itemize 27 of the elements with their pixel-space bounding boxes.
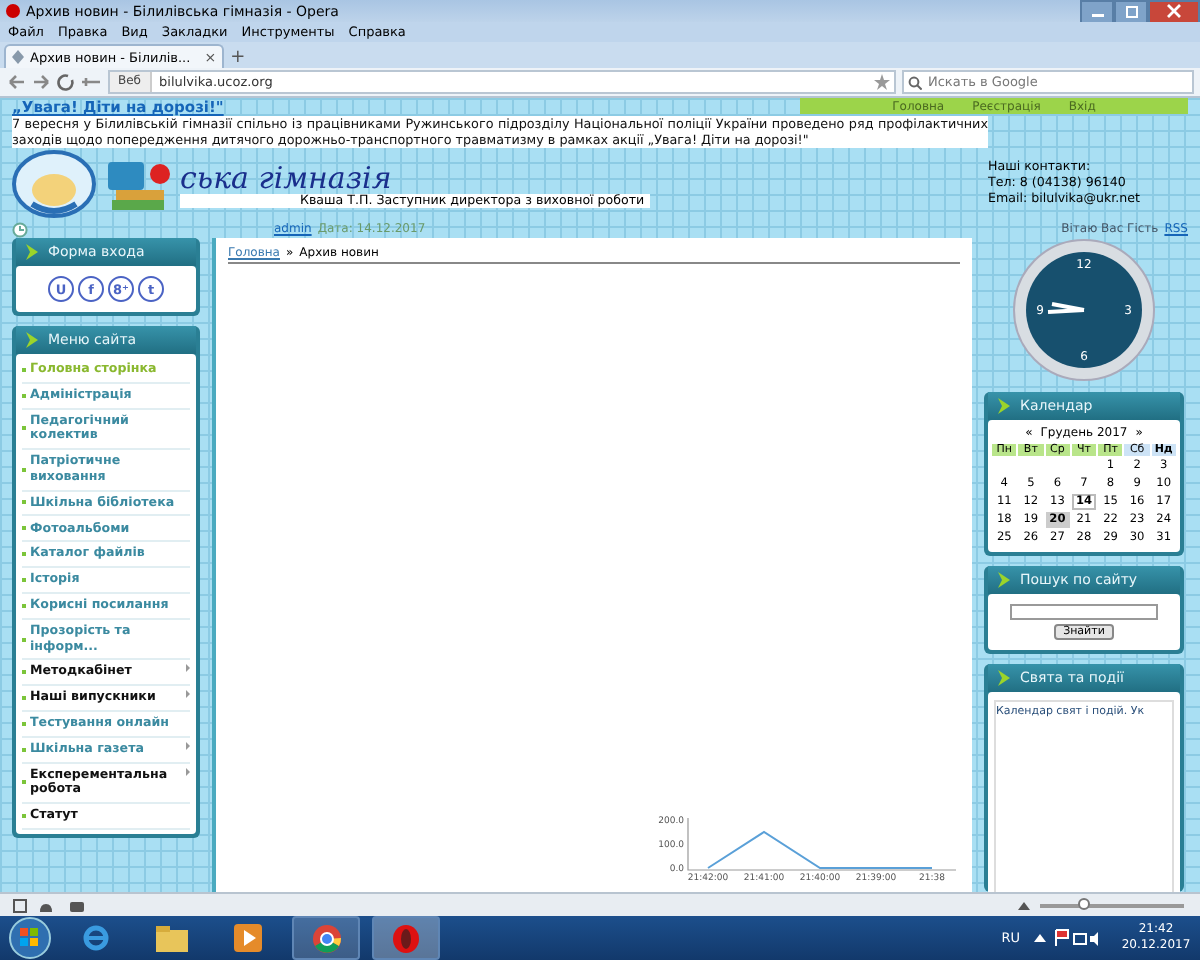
new-tab-button[interactable]: +: [230, 48, 246, 68]
search-icon: [908, 75, 922, 89]
chevron-icon: [24, 332, 40, 348]
minimize-button[interactable]: [1080, 0, 1114, 23]
chevron-icon: [996, 670, 1012, 686]
zoom-slider-thumb[interactable]: [1077, 897, 1090, 909]
search-input[interactable]: [1010, 604, 1158, 620]
chevron-icon: [24, 244, 40, 260]
opera-taskbar-icon[interactable]: [372, 916, 440, 960]
clock-hands: [1046, 302, 1086, 314]
tray-icons[interactable]: [1032, 928, 1100, 948]
maximize-button[interactable]: [1114, 0, 1148, 23]
site-logo-text: ська гімназія: [180, 161, 392, 193]
school-emblem-drawing: [12, 150, 96, 218]
close-icon: [1166, 4, 1182, 18]
navigation-icons[interactable]: [6, 72, 102, 92]
chevron-icon: [996, 572, 1012, 588]
close-button[interactable]: [1148, 0, 1200, 23]
maximize-icon: [1123, 5, 1139, 17]
star-icon[interactable]: [874, 74, 890, 90]
page-icon: [12, 50, 24, 64]
opera-logo-icon: [6, 4, 20, 18]
caret-icon[interactable]: [1018, 900, 1030, 910]
chevron-icon: [996, 398, 1012, 414]
clock-icon: [12, 221, 28, 237]
start-button[interactable]: [8, 916, 52, 960]
chrome-taskbar-icon[interactable]: [292, 916, 360, 960]
